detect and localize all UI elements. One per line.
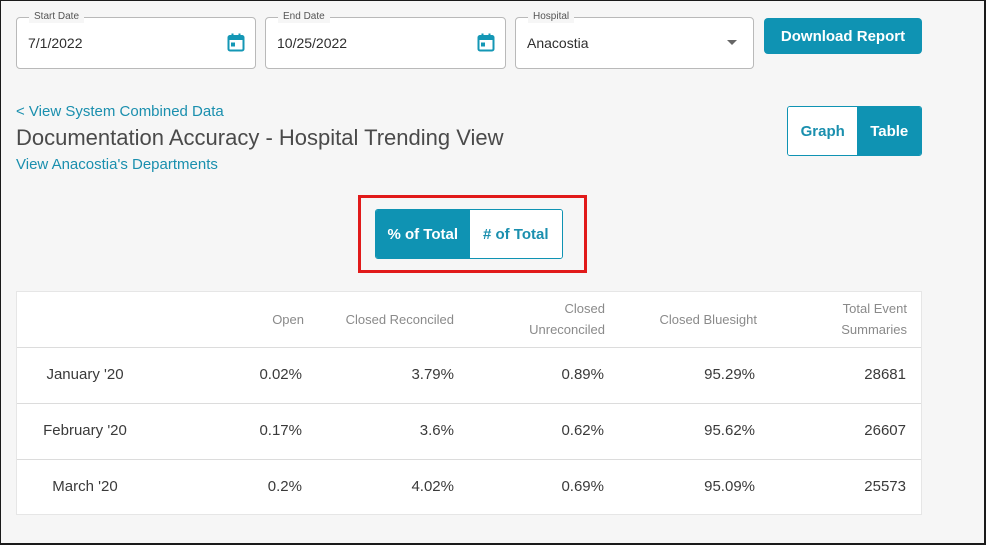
start-date-value[interactable]: 7/1/2022 xyxy=(28,35,83,51)
chevron-down-icon[interactable] xyxy=(727,40,737,45)
cell-closed-reconciled: 3.6% xyxy=(419,422,454,439)
end-date-label: End Date xyxy=(278,11,330,23)
header-closed-reconciled: Closed Reconciled xyxy=(345,312,454,327)
percent-of-total-button[interactable]: % of Total xyxy=(376,210,470,258)
end-date-value[interactable]: 10/25/2022 xyxy=(277,35,347,51)
hospital-value[interactable]: Anacostia xyxy=(527,35,588,51)
header-total-line2: Summaries xyxy=(841,322,907,337)
cell-month: February '20 xyxy=(43,422,127,439)
view-departments-link[interactable]: View Anacostia's Departments xyxy=(16,156,218,173)
hospital-select[interactable]: Hospital Anacostia xyxy=(515,11,754,69)
header-closed-unreconciled: Closed Unreconciled xyxy=(529,298,605,340)
table-row: February '20 0.17% 3.6% 0.62% 95.62% 266… xyxy=(17,404,921,460)
view-system-combined-link[interactable]: < View System Combined Data xyxy=(16,103,224,120)
graph-view-button[interactable]: Graph xyxy=(788,107,858,155)
cell-total: 25573 xyxy=(864,478,906,495)
header-total-line1: Total Event xyxy=(842,301,907,316)
app-frame: Start Date 7/1/2022 End Date 10/25/2022 … xyxy=(0,0,986,545)
table-header: Open Closed Reconciled Closed Unreconcil… xyxy=(17,292,921,348)
header-closed-unreconciled-line2: Unreconciled xyxy=(529,322,605,337)
page-title: Documentation Accuracy - Hospital Trendi… xyxy=(16,125,504,150)
cell-open: 0.17% xyxy=(259,422,302,439)
header-closed-bluesight: Closed Bluesight xyxy=(659,312,757,327)
cell-closed-unreconciled: 0.89% xyxy=(561,366,604,383)
cell-total: 26607 xyxy=(864,422,906,439)
start-date-label: Start Date xyxy=(29,11,85,23)
table-view-button[interactable]: Table xyxy=(857,107,921,155)
cell-closed-unreconciled: 0.62% xyxy=(561,422,604,439)
cell-open: 0.02% xyxy=(259,366,302,383)
count-of-total-button[interactable]: # of Total xyxy=(469,210,562,258)
cell-open: 0.2% xyxy=(267,478,302,495)
download-report-button[interactable]: Download Report xyxy=(764,18,922,54)
cell-month: January '20 xyxy=(46,366,124,383)
cell-month: March '20 xyxy=(52,478,118,495)
header-total-event-summaries: Total Event Summaries xyxy=(841,298,907,340)
cell-closed-bluesight: 95.09% xyxy=(704,478,755,495)
hospital-label: Hospital xyxy=(528,11,575,23)
cell-closed-unreconciled: 0.69% xyxy=(561,478,604,495)
end-date-field[interactable]: End Date 10/25/2022 xyxy=(265,11,506,69)
cell-closed-reconciled: 4.02% xyxy=(411,478,454,495)
header-closed-unreconciled-line1: Closed xyxy=(564,301,605,316)
calendar-icon[interactable] xyxy=(477,33,495,52)
calendar-icon[interactable] xyxy=(227,33,245,52)
header-open: Open xyxy=(272,312,304,327)
table-row: March '20 0.2% 4.02% 0.69% 95.09% 25573 xyxy=(17,460,921,516)
cell-closed-bluesight: 95.29% xyxy=(704,366,755,383)
cell-closed-reconciled: 3.79% xyxy=(411,366,454,383)
cell-total: 28681 xyxy=(864,366,906,383)
table-row: January '20 0.02% 3.79% 0.89% 95.29% 286… xyxy=(17,348,921,404)
view-toggle: Graph Table xyxy=(787,106,922,156)
start-date-field[interactable]: Start Date 7/1/2022 xyxy=(16,11,256,69)
cell-closed-bluesight: 95.62% xyxy=(704,422,755,439)
metric-toggle: % of Total # of Total xyxy=(375,209,563,259)
data-table: Open Closed Reconciled Closed Unreconcil… xyxy=(16,291,922,515)
